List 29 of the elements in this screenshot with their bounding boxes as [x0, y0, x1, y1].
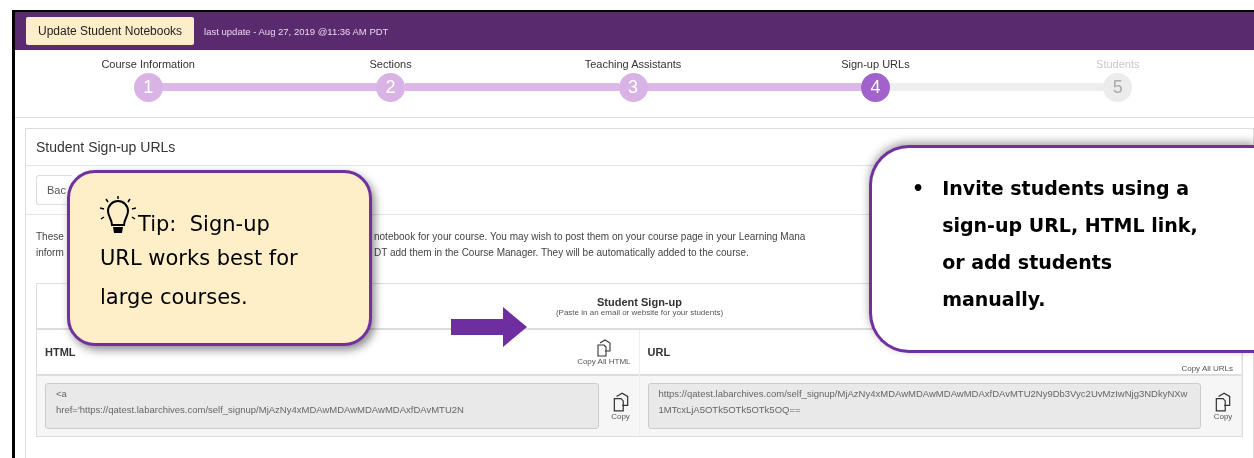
table-title: Student Sign-up [597, 295, 682, 308]
copy-button[interactable]: Copy [610, 391, 631, 421]
code-text-area[interactable]: <a href='https://qatest.labarchives.com/self_signup/MjAzNy4xMDAwMDAwMDAwMDAxfDAvMTU2N [45, 383, 599, 429]
step-label: Sections [369, 58, 412, 70]
copy-icon [1213, 391, 1233, 412]
last-update-text: last update - Aug 27, 2019 @11:36 AM PDT [204, 25, 389, 37]
paragraph-text: DT add them in the Course Manager. They will be automatically added to the course. [374, 246, 749, 260]
copy-button[interactable]: Copy [1213, 391, 1233, 421]
column-header: URL [647, 346, 671, 358]
copy-all-button[interactable]: Copy All HTML [577, 338, 631, 366]
paragraph-fragment: inform [36, 246, 64, 260]
back-button[interactable]: Bac [36, 175, 72, 205]
bullet-mark: • [912, 176, 925, 201]
step-label: Teaching Assistants [584, 58, 682, 70]
tip-text: Tip: Sign-up [138, 211, 270, 238]
tip-text: URL works best for large courses. [100, 245, 299, 311]
arrow-icon [451, 307, 527, 347]
update-notebooks-button[interactable]: Update Student Notebooks [26, 17, 195, 45]
step-circle[interactable]: 4 [860, 72, 890, 102]
step-label: Course Information [101, 58, 195, 70]
copy-all-button[interactable]: Copy All URLs [1181, 364, 1233, 373]
info-text: Invite students using a sign-up URL, HTML link, or add students manually. [942, 176, 1199, 312]
copy-icon [594, 338, 613, 357]
table-subtitle: (Paste in an email or website for your students) [555, 307, 724, 317]
step-label: Sign-up URLs [841, 58, 910, 70]
column-header: HTML [45, 346, 76, 358]
paragraph-fragment: These [36, 230, 64, 244]
code-text-area[interactable]: https://qatest.labarchives.com/self_signup/MjAzNy4xMDAwMDAwMDAwMDAxfDAvMTU2Ny9Db3Vyc2UvMzIwNjg3NDkyNXw1MTcxLjA5OTk5OTk5OTk5OQ== [647, 383, 1201, 429]
paragraph-text: notebook for your course. You may wish to post them on your course page in your Learning Mana [374, 230, 806, 244]
